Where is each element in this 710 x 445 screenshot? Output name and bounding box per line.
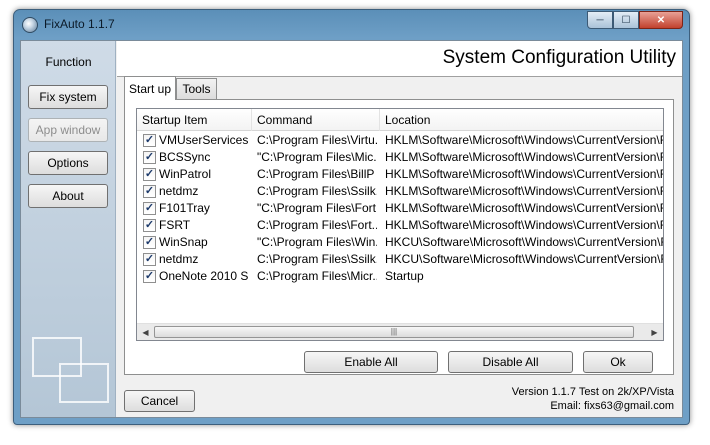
- horizontal-scrollbar[interactable]: ◀ ||| ▶: [137, 323, 663, 340]
- cell-command: C:\Program Files\Fort...: [257, 218, 377, 232]
- cell-command: C:\Program Files\Micr...: [257, 269, 377, 283]
- window-controls: ─ ☐ ✕: [587, 11, 683, 29]
- options-button[interactable]: Options: [28, 151, 108, 175]
- row-checkbox[interactable]: ✓: [143, 185, 156, 198]
- table-row[interactable]: ✓ BCSSync "C:\Program Files\Mic... HKLM\Sof…: [137, 149, 663, 166]
- row-checkbox[interactable]: ✓: [143, 219, 156, 232]
- startup-tab-panel: Startup Item Command Location ✓ VMUserSer…: [124, 99, 674, 375]
- cell-startup-item: OneNote 2010 S...: [159, 269, 249, 283]
- header-bar: System Configuration Utility: [117, 41, 682, 77]
- scroll-left-icon[interactable]: ◀: [137, 324, 154, 340]
- close-button[interactable]: ✕: [639, 11, 683, 29]
- email-text: Email: fixs63@gmail.com: [550, 400, 674, 412]
- row-checkbox[interactable]: ✓: [143, 202, 156, 215]
- scroll-grip-icon: |||: [390, 327, 398, 336]
- table-row[interactable]: ✓ F101Tray "C:\Program Files\Fort... HKLM\S…: [137, 200, 663, 217]
- row-checkbox[interactable]: ✓: [143, 253, 156, 266]
- row-checkbox[interactable]: ✓: [143, 151, 156, 164]
- cell-startup-item: BCSSync: [159, 150, 211, 164]
- minimize-button[interactable]: ─: [587, 11, 613, 29]
- title-bar[interactable]: FixAuto 1.1.7 ─ ☐ ✕: [14, 10, 689, 40]
- column-header-location[interactable]: Location: [380, 109, 663, 131]
- cell-command: "C:\Program Files\Fort...: [257, 201, 377, 215]
- cell-location: HKLM\Software\Microsoft\Windows\CurrentV…: [385, 167, 664, 181]
- fix-system-button[interactable]: Fix system: [28, 85, 108, 109]
- cell-command: "C:\Program Files\Win...: [257, 235, 377, 249]
- cell-startup-item: WinSnap: [159, 235, 208, 249]
- app-window: FixAuto 1.1.7 ─ ☐ ✕ Function Fix system …: [13, 9, 690, 425]
- table-row[interactable]: ✓ WinPatrol C:\Program Files\BillP ... HKLM…: [137, 166, 663, 183]
- cell-command: "C:\Program Files\Mic...: [257, 150, 377, 164]
- tab-tools[interactable]: Tools: [176, 78, 217, 99]
- startup-list[interactable]: Startup Item Command Location ✓ VMUserSer…: [136, 108, 664, 341]
- cell-location: HKLM\Software\Microsoft\Windows\CurrentV…: [385, 150, 664, 164]
- cell-startup-item: F101Tray: [159, 201, 210, 215]
- cell-location: HKLM\Software\Microsoft\Windows\CurrentV…: [385, 201, 664, 215]
- about-button[interactable]: About: [28, 184, 108, 208]
- ok-button[interactable]: Ok: [583, 351, 653, 373]
- cell-location: HKLM\Software\Microsoft\Windows\CurrentV…: [385, 184, 664, 198]
- row-checkbox[interactable]: ✓: [143, 168, 156, 181]
- app-window-button: App window: [28, 118, 108, 142]
- enable-all-button[interactable]: Enable All: [304, 351, 438, 373]
- table-row[interactable]: ✓ netdmz C:\Program Files\Ssilk... HKLM\Sof…: [137, 183, 663, 200]
- row-checkbox[interactable]: ✓: [143, 134, 156, 147]
- row-checkbox[interactable]: ✓: [143, 270, 156, 283]
- table-row[interactable]: ✓ VMUserServices C:\Program Files\Virtu...…: [137, 132, 663, 149]
- cell-startup-item: netdmz: [159, 184, 199, 198]
- cell-location: HKLM\Software\Microsoft\Windows\CurrentV…: [385, 218, 664, 232]
- cell-command: C:\Program Files\Ssilk...: [257, 252, 377, 266]
- sidebar-title: Function: [45, 55, 92, 69]
- cell-startup-item: VMUserServices: [159, 133, 249, 147]
- window-title: FixAuto 1.1.7: [44, 17, 115, 31]
- cell-location: HKCU\Software\Microsoft\Windows\CurrentV…: [385, 235, 664, 249]
- function-sidebar: Function Fix system App window Options A…: [21, 41, 116, 417]
- table-row[interactable]: ✓ FSRT C:\Program Files\Fort... HKLM\Softwa…: [137, 217, 663, 234]
- cell-startup-item: FSRT: [159, 218, 191, 232]
- cell-startup-item: netdmz: [159, 252, 199, 266]
- cell-location: Startup: [385, 269, 424, 283]
- page-title: System Configuration Utility: [442, 47, 676, 68]
- cell-command: C:\Program Files\Ssilk...: [257, 184, 377, 198]
- row-checkbox[interactable]: ✓: [143, 236, 156, 249]
- table-row[interactable]: ✓ netdmz C:\Program Files\Ssilk... HKCU\Sof…: [137, 251, 663, 268]
- cell-location: HKCU\Software\Microsoft\Windows\CurrentV…: [385, 252, 664, 266]
- disable-all-button[interactable]: Disable All: [448, 351, 573, 373]
- version-text: Version 1.1.7 Test on 2k/XP/Vista: [511, 386, 674, 398]
- app-icon: [22, 17, 38, 33]
- scroll-right-icon[interactable]: ▶: [646, 324, 663, 340]
- scroll-thumb[interactable]: |||: [154, 326, 634, 338]
- tab-startup[interactable]: Start up: [124, 76, 176, 100]
- client-area: Function Fix system App window Options A…: [20, 40, 683, 418]
- decorative-square-front: [59, 363, 109, 403]
- cell-command: C:\Program Files\Virtu...: [257, 133, 377, 147]
- table-row[interactable]: ✓ OneNote 2010 S... C:\Program Files\Micr.…: [137, 268, 663, 285]
- maximize-button[interactable]: ☐: [613, 11, 639, 29]
- cell-location: HKLM\Software\Microsoft\Windows\CurrentV…: [385, 133, 664, 147]
- column-header-command[interactable]: Command: [252, 109, 380, 131]
- column-header-startup-item[interactable]: Startup Item: [137, 109, 252, 131]
- list-header: Startup Item Command Location: [137, 109, 663, 131]
- cell-command: C:\Program Files\BillP ...: [257, 167, 377, 181]
- cell-startup-item: WinPatrol: [159, 167, 212, 181]
- table-row[interactable]: ✓ WinSnap "C:\Program Files\Win... HKCU\Sof…: [137, 234, 663, 251]
- cancel-button[interactable]: Cancel: [124, 390, 195, 412]
